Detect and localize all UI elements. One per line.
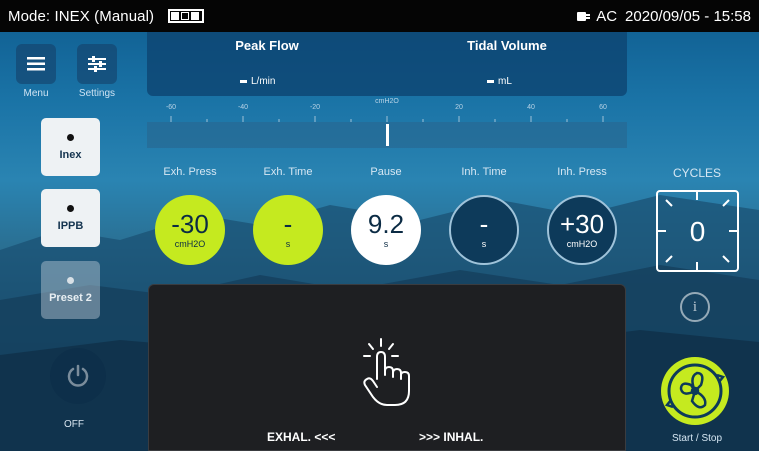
exh-time-label: Exh. Time xyxy=(263,166,313,178)
pause-unit: s xyxy=(383,239,389,249)
peak-flow-value-group: L/min xyxy=(240,76,275,87)
power-off-button[interactable] xyxy=(50,348,106,404)
tidal-volume-label: Tidal Volume xyxy=(467,38,547,53)
exh-time-unit: s xyxy=(285,239,291,249)
power-source: AC xyxy=(596,7,618,25)
pause-dial[interactable]: 9.2 s xyxy=(351,195,421,265)
inh-press-value: +30 xyxy=(559,209,605,239)
tidal-volume-value-group: mL xyxy=(487,76,512,87)
info-icon: i xyxy=(692,298,698,315)
inh-time-dial[interactable]: - s xyxy=(449,195,519,265)
ventilator-screen: Mode: INEX (Manual) AC 2020/09/05 - 15:5… xyxy=(0,0,759,451)
start-stop-label: Start / Stop xyxy=(671,433,723,444)
menu-icon xyxy=(16,44,56,84)
scale-tick-label: 60 xyxy=(599,104,607,111)
peak-flow-label: Peak Flow xyxy=(235,38,299,53)
settings-label: Settings xyxy=(78,88,116,99)
mode-label: IPPB xyxy=(57,219,84,232)
inh-press-unit: cmH2O xyxy=(566,239,598,249)
flow-volume-readout: Peak Flow L/min Tidal Volume mL xyxy=(147,32,627,96)
inh-press-dial[interactable]: +30 cmH2O xyxy=(547,195,617,265)
peak-flow-unit: L/min xyxy=(251,76,276,87)
menu-button[interactable]: Menu xyxy=(16,44,56,99)
exh-press-dial[interactable]: -30 cmH2O xyxy=(155,195,225,265)
mode-indicator-dot xyxy=(67,133,74,141)
mode-label: Preset 2 xyxy=(49,291,92,304)
exh-press-unit: cmH2O xyxy=(174,239,206,249)
inh-time-unit: s xyxy=(481,239,487,249)
tidal-volume-unit: mL xyxy=(498,76,512,87)
pressure-scale: cmH2O -60 -40 -20 0 20 40 60 xyxy=(147,98,627,152)
mode-indicator-dot xyxy=(67,204,74,212)
start-stop-button[interactable] xyxy=(659,355,731,427)
exh-time-dial[interactable]: - s xyxy=(253,195,323,265)
off-label: OFF xyxy=(64,419,84,430)
scale-tick-label: -20 xyxy=(309,104,321,111)
scale-tick-label: 20 xyxy=(455,104,463,111)
cycles-value: 0 xyxy=(689,216,706,247)
inhale-label: >>> INHAL. xyxy=(419,430,484,444)
inh-time-value: - xyxy=(479,209,489,239)
mode-button-ippb[interactable]: IPPB xyxy=(41,189,100,247)
cycles-counter: 0 xyxy=(656,190,739,272)
battery-icon xyxy=(168,9,205,23)
touch-hand-icon xyxy=(363,338,410,406)
scale-tick-label: 40 xyxy=(527,104,535,111)
pause-label: Pause xyxy=(370,166,402,178)
exhale-label: EXHAL. <<< xyxy=(267,430,336,444)
tidal-volume-value xyxy=(487,80,494,83)
cycles-label: CYCLES xyxy=(672,166,722,180)
inh-press-label: Inh. Press xyxy=(557,166,607,178)
pause-value: 9.2 xyxy=(367,209,405,239)
info-button[interactable]: i xyxy=(680,292,710,322)
mode-button-preset-2[interactable]: Preset 2 xyxy=(41,261,100,319)
exh-time-value: - xyxy=(283,209,293,239)
status-bar: Mode: INEX (Manual) AC 2020/09/05 - 15:5… xyxy=(0,0,759,32)
menu-label: Menu xyxy=(23,88,49,99)
settings-button[interactable]: Settings xyxy=(77,44,117,99)
peak-flow-value xyxy=(240,80,247,83)
exh-press-value: -30 xyxy=(171,209,209,239)
power-icon xyxy=(67,364,89,387)
sliders-icon xyxy=(77,44,117,84)
mode-button-inex[interactable]: Inex xyxy=(41,118,100,176)
datetime: 2020/09/05 - 15:58 xyxy=(625,7,751,25)
inh-time-label: Inh. Time xyxy=(461,166,507,178)
pressure-cursor xyxy=(385,124,389,146)
breathing-touch-panel[interactable]: EXHAL. <<< >>> INHAL. xyxy=(148,284,626,451)
mode-indicator-dot xyxy=(67,276,74,284)
exh-press-label: Exh. Press xyxy=(163,166,217,178)
power-plug-icon xyxy=(577,12,591,21)
scale-tick-label: -40 xyxy=(237,104,249,111)
mode-label: Inex xyxy=(59,148,82,161)
scale-tick-label: -60 xyxy=(165,104,177,111)
mode-indicator: Mode: INEX (Manual) xyxy=(8,7,155,25)
